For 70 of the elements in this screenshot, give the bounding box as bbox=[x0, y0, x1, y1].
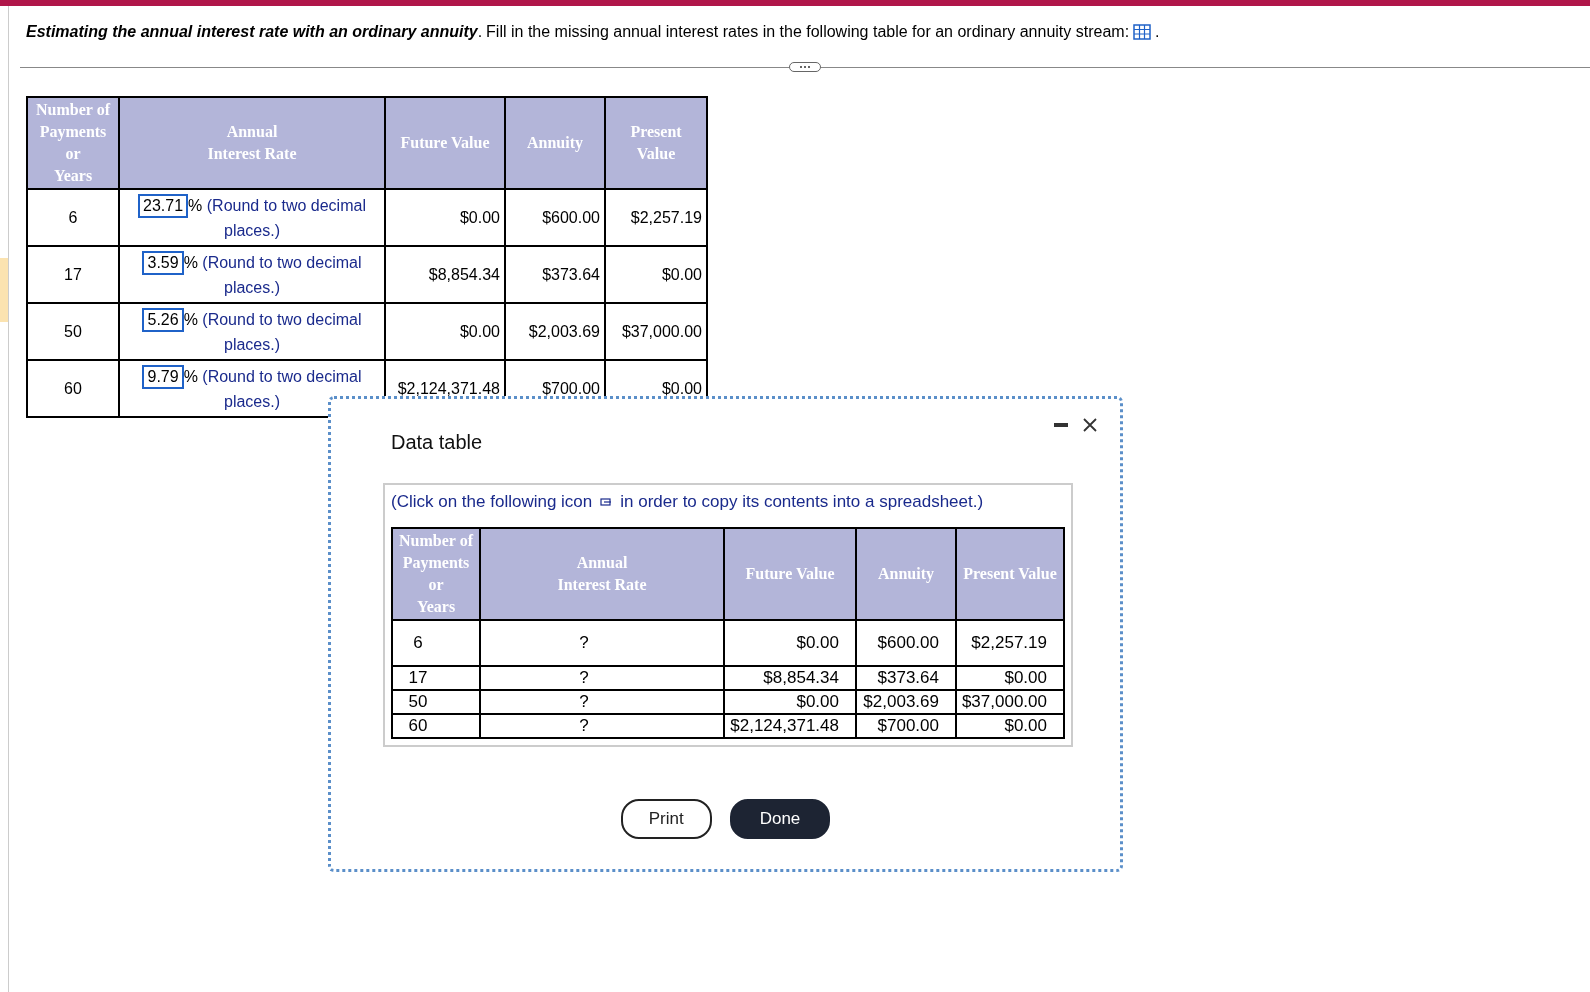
hint-text: (Round to two decimal places.) bbox=[202, 310, 362, 353]
table-cell: $37,000.00 bbox=[956, 689, 1064, 714]
table-cell: $700.00 bbox=[856, 713, 956, 738]
table-cell: 60 bbox=[27, 360, 119, 417]
table-cell: ? bbox=[480, 619, 724, 666]
minimize-icon[interactable] bbox=[1054, 422, 1068, 428]
table-cell: $0.00 bbox=[605, 246, 707, 303]
table-cell: $2,257.19 bbox=[956, 619, 1064, 666]
close-icon[interactable] bbox=[1082, 417, 1098, 433]
table-cell: $0.00 bbox=[385, 189, 505, 246]
answer-field[interactable]: 3.59 bbox=[142, 250, 184, 275]
table-cell: 6 bbox=[27, 189, 119, 246]
more-icon bbox=[798, 65, 812, 69]
instruction-text: (Click on the following icon bbox=[391, 491, 593, 513]
table-cell: 50 bbox=[27, 303, 119, 360]
column-header: Future Value bbox=[724, 527, 856, 620]
column-header: Present Value bbox=[605, 97, 707, 189]
column-header: Present Value bbox=[956, 527, 1064, 620]
table-cell: $0.00 bbox=[385, 303, 505, 360]
table-cell: $600.00 bbox=[505, 189, 605, 246]
period-text: . bbox=[1155, 22, 1160, 42]
table-cell: $0.00 bbox=[956, 713, 1064, 738]
percent-text: % bbox=[188, 196, 203, 214]
done-button[interactable]: Done bbox=[729, 799, 831, 839]
answer-field[interactable]: 9.79 bbox=[142, 364, 184, 389]
column-header: Annuity bbox=[505, 97, 605, 189]
table-cell: ? bbox=[480, 713, 724, 738]
table-cell: ? bbox=[480, 665, 724, 690]
table-cell: $8,854.34 bbox=[385, 246, 505, 303]
table-cell: $0.00 bbox=[956, 665, 1064, 690]
table-cell: 6 bbox=[392, 619, 480, 666]
hint-text: (Round to two decimal places.) bbox=[202, 253, 362, 296]
table-cell: $2,003.69 bbox=[505, 303, 605, 360]
hint-text: (Round to two decimal places.) bbox=[202, 367, 362, 410]
table-cell: $0.00 bbox=[724, 689, 856, 714]
percent-text: % bbox=[183, 310, 198, 328]
column-header: Number of Payments or Years bbox=[27, 97, 119, 189]
column-header: Annual Interest Rate bbox=[480, 527, 724, 620]
table-cell: $37,000.00 bbox=[605, 303, 707, 360]
percent-text: % bbox=[183, 253, 198, 271]
column-header: Future Value bbox=[385, 97, 505, 189]
progress-marker bbox=[0, 258, 8, 322]
table-cell: $2,124,371.48 bbox=[724, 713, 856, 738]
column-header: Number of Payments or Years bbox=[392, 527, 480, 620]
table-cell: $600.00 bbox=[856, 619, 956, 666]
table-cell: $2,003.69 bbox=[856, 689, 956, 714]
table-cell: 17 bbox=[392, 665, 480, 690]
copy-icon[interactable] bbox=[600, 496, 613, 507]
dialog-title: Data table bbox=[391, 430, 483, 455]
answer-field[interactable]: 5.26 bbox=[142, 307, 184, 332]
question-title: Estimating the annual interest rate with an ordinary annuity. bbox=[26, 22, 483, 42]
percent-text: % bbox=[183, 367, 198, 385]
column-header: Annual Interest Rate bbox=[119, 97, 385, 189]
table-cell: $0.00 bbox=[724, 619, 856, 666]
table-cell: $8,854.34 bbox=[724, 665, 856, 690]
table-cell: 60 bbox=[392, 713, 480, 738]
table-cell: 17 bbox=[27, 246, 119, 303]
table-cell: ? bbox=[480, 689, 724, 714]
table-cell: $373.64 bbox=[505, 246, 605, 303]
column-header: Annuity bbox=[856, 527, 956, 620]
table-cell: $2,257.19 bbox=[605, 189, 707, 246]
table-cell: $373.64 bbox=[856, 665, 956, 690]
question-text: Fill in the missing annual interest rates in the following table for an ordinary annuity stream: bbox=[486, 22, 1130, 42]
answer-field[interactable]: 23.71 bbox=[138, 193, 189, 218]
hint-text: (Round to two decimal places.) bbox=[206, 196, 366, 239]
instruction-text: in order to copy its contents into a spreadsheet.) bbox=[620, 491, 984, 513]
expand-button[interactable] bbox=[789, 62, 821, 72]
print-button[interactable]: Print bbox=[620, 799, 712, 839]
table-icon[interactable] bbox=[1133, 24, 1152, 40]
table-cell: 50 bbox=[392, 689, 480, 714]
